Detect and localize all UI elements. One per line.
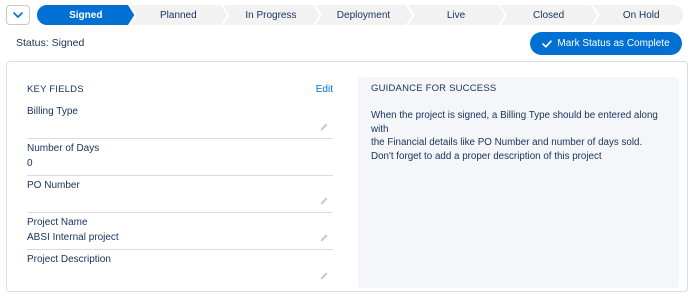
field-billing-type: Billing Type	[27, 102, 333, 139]
field-label: PO Number	[27, 180, 80, 191]
pencil-icon[interactable]	[319, 271, 329, 281]
field-label: Billing Type	[27, 106, 78, 117]
mark-status-complete-button[interactable]: Mark Status as Complete	[530, 32, 682, 55]
pencil-icon[interactable]	[319, 196, 329, 206]
stage-planned[interactable]: Planned	[136, 4, 222, 26]
pencil-icon[interactable]	[319, 122, 329, 132]
stage-in-progress[interactable]: In Progress	[228, 4, 314, 26]
field-number-of-days: Number of Days 0	[27, 139, 333, 176]
field-label: Project Description	[27, 254, 111, 265]
key-fields-header: KEY FIELDS Edit	[27, 79, 333, 99]
field-project-name: Project Name ABSI Internal project	[27, 213, 333, 250]
path-toggle-button[interactable]	[6, 5, 30, 25]
field-label: Project Name	[27, 217, 88, 228]
guidance-panel: GUIDANCE FOR SUCCESS When the project is…	[358, 77, 679, 288]
guidance-title: GUIDANCE FOR SUCCESS	[371, 83, 497, 94]
mark-status-complete-label: Mark Status as Complete	[557, 38, 670, 49]
stage-signed[interactable]: Signed	[43, 4, 129, 26]
stage-on-hold[interactable]: On Hold	[598, 4, 684, 26]
edit-link[interactable]: Edit	[316, 84, 333, 95]
status-text: Status: Signed	[16, 37, 85, 49]
guidance-line: the Financial details like PO Number and…	[371, 137, 643, 148]
field-value: 0	[27, 158, 33, 169]
checkmark-icon	[542, 39, 553, 48]
field-po-number: PO Number	[27, 176, 333, 213]
path-details-card: KEY FIELDS Edit Billing Type Number of D…	[6, 61, 688, 292]
stage-deployment[interactable]: Deployment	[321, 4, 407, 26]
stage-closed[interactable]: Closed	[506, 4, 592, 26]
guidance-line: Don't forget to add a proper description…	[371, 150, 602, 162]
guidance-line: When the project is signed, a Billing Ty…	[371, 110, 658, 135]
chevron-down-icon	[13, 11, 23, 18]
field-value: ABSI Internal project	[27, 232, 119, 243]
status-path: Signed Planned In Progress Deployment Li…	[35, 3, 685, 27]
field-label: Number of Days	[27, 143, 100, 154]
pencil-icon[interactable]	[319, 233, 329, 243]
field-project-description: Project Description	[27, 250, 333, 287]
key-fields-title: KEY FIELDS	[27, 83, 84, 95]
guidance-body: When the project is signed, a Billing Ty…	[371, 109, 666, 163]
stage-live[interactable]: Live	[413, 4, 499, 26]
key-fields-section: KEY FIELDS Edit Billing Type Number of D…	[27, 79, 333, 287]
